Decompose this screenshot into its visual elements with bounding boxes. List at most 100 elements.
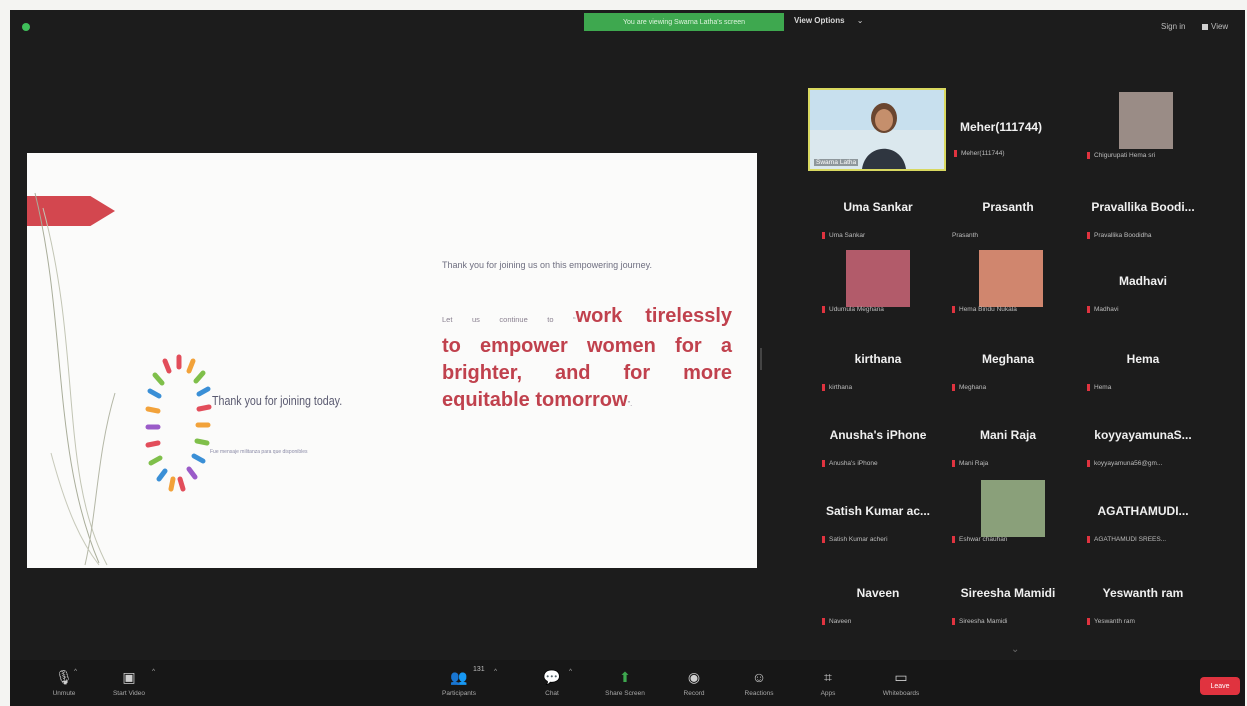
participant-tile[interactable]: Meher(111744) Meher(111744) xyxy=(948,110,1072,180)
participant-name: Pravallika Boodi... xyxy=(1091,200,1195,214)
participant-tile[interactable]: Hema Hema xyxy=(1081,328,1205,398)
participant-label: Prasanth xyxy=(952,232,979,239)
participant-tile[interactable]: kirthana kirthana xyxy=(816,328,940,398)
participant-tile[interactable]: Meghana Meghana xyxy=(946,328,1070,398)
participant-label: Naveen xyxy=(822,618,938,625)
participant-name: koyyayamunaS... xyxy=(1094,428,1192,442)
mic-muted-icon xyxy=(1087,232,1090,239)
shared-screen-slide: Thank you for joining today. Fue mensaje… xyxy=(27,153,757,568)
participant-label: Anusha's iPhone xyxy=(822,460,938,467)
view-options-menu[interactable]: View Options ⌄ xyxy=(794,16,863,25)
mic-muted-icon xyxy=(822,306,825,313)
mic-muted-icon xyxy=(822,618,825,625)
chat-caret-icon[interactable]: ^ xyxy=(569,668,572,675)
slide-line-2: to empower women for a xyxy=(442,335,732,357)
participant-name: Meher(111744) xyxy=(960,120,1043,134)
participant-label: Uma Sankar xyxy=(822,232,938,239)
participant-tile[interactable]: Mani Raja Mani Raja xyxy=(946,404,1070,474)
participant-label: Hema Bindu Nukala xyxy=(952,306,1068,313)
security-shield-icon[interactable] xyxy=(22,23,30,31)
participant-label: Eshwar chauhan xyxy=(952,536,1068,543)
mic-muted-icon xyxy=(1087,460,1090,467)
leave-button[interactable]: Leave xyxy=(1200,677,1240,695)
gallery-resize-handle[interactable] xyxy=(760,348,762,370)
share-screen-button[interactable]: ⬆ Share Screen xyxy=(592,668,658,697)
record-button[interactable]: ◉ Record xyxy=(674,668,714,697)
slide-continue-prefix: Let us continue to xyxy=(442,315,574,324)
participant-tile[interactable]: AGATHAMUDI... AGATHAMUDI SREES... xyxy=(1081,480,1205,550)
participant-tile[interactable]: Uma Sankar Uma Sankar xyxy=(816,176,940,246)
participant-name: Yeswanth ram xyxy=(1102,586,1184,600)
view-label: View xyxy=(1211,22,1229,31)
audio-options-caret-icon[interactable]: ^ xyxy=(74,668,77,675)
microphone-off-icon: 🎙 xyxy=(55,669,73,685)
mic-muted-icon xyxy=(1087,152,1090,159)
participant-tile[interactable]: Udumula Meghana xyxy=(816,250,940,320)
participant-tile[interactable]: Hema Bindu Nukala xyxy=(946,250,1070,320)
mic-muted-icon xyxy=(952,536,955,543)
participant-label: Udumula Meghana xyxy=(822,306,938,313)
participant-video-self[interactable]: Swarna Latha xyxy=(808,88,946,171)
participant-label: Meher(111744) xyxy=(954,150,1070,157)
participant-tile[interactable]: Anusha's iPhone Anusha's iPhone xyxy=(816,404,940,474)
mic-muted-icon xyxy=(1087,384,1090,391)
slide-line-1: work tirelessly xyxy=(575,305,733,327)
participant-label: Meghana xyxy=(952,384,1068,391)
mic-muted-icon xyxy=(822,232,825,239)
mic-muted-icon xyxy=(1087,618,1090,625)
participant-label: Swarna Latha xyxy=(814,159,859,166)
participant-label: Satish Kumar acheri xyxy=(822,536,938,543)
participant-label: Sireesha Mamidi xyxy=(952,618,1068,625)
participant-name: Satish Kumar ac... xyxy=(825,504,931,518)
participant-label: Madhavi xyxy=(1087,306,1203,313)
mic-muted-icon xyxy=(1087,536,1090,543)
participant-tile[interactable]: Pravallika Boodi... Pravallika Boodidha xyxy=(1081,176,1205,246)
participant-tile[interactable]: Sireesha Mamidi Sireesha Mamidi xyxy=(946,562,1070,632)
participant-name: AGATHAMUDI... xyxy=(1097,504,1189,518)
participant-tile[interactable]: koyyayamunaS... koyyayamuna56@gm... xyxy=(1081,404,1205,474)
slide-line-3: brighter, and for more xyxy=(442,362,732,384)
participant-tile[interactable]: Naveen Naveen xyxy=(816,562,940,632)
gallery-next-page-icon[interactable]: ⌄ xyxy=(1011,644,1019,655)
mic-muted-icon xyxy=(822,536,825,543)
reactions-button[interactable]: ☺ Reactions xyxy=(734,668,784,697)
participant-tile[interactable]: Chigurupati Hema sri xyxy=(1081,92,1205,162)
participant-name: Naveen xyxy=(856,586,900,600)
view-options-label: View Options xyxy=(794,16,845,25)
participant-count-badge: 131 xyxy=(473,666,485,673)
unmute-button[interactable]: 🎙 Unmute xyxy=(34,668,94,697)
meeting-topbar: You are viewing Swarna Latha's screen Vi… xyxy=(10,10,1245,40)
chat-button[interactable]: 💬 Chat xyxy=(532,668,572,697)
zoom-window: You are viewing Swarna Latha's screen Vi… xyxy=(10,10,1245,706)
participant-tile[interactable]: Eshwar chauhan xyxy=(946,480,1070,550)
view-layout-button[interactable]: View xyxy=(1202,22,1228,31)
participants-caret-icon[interactable]: ^ xyxy=(494,668,497,675)
slide-lead-text: Thank you for joining us on this empower… xyxy=(442,260,652,270)
participant-label: AGATHAMUDI SREES... xyxy=(1087,536,1203,543)
whiteboards-button[interactable]: ▭ Whiteboards xyxy=(866,668,936,697)
sign-in-link[interactable]: Sign in xyxy=(1161,22,1185,31)
slide-thanks-subline: Fue mensaje militanza para que disponibl… xyxy=(210,449,308,455)
grid-view-icon xyxy=(1202,23,1208,30)
participant-tile[interactable]: Madhavi Madhavi xyxy=(1081,250,1205,320)
apps-button[interactable]: ⌗ Apps xyxy=(808,668,848,697)
participant-name: Sireesha Mamidi xyxy=(960,586,1056,600)
meeting-toolbar: 🎙 Unmute ^ ▣ Start Video ^ 👥 Participant… xyxy=(10,660,1245,706)
participant-name: Anusha's iPhone xyxy=(829,428,927,442)
video-options-caret-icon[interactable]: ^ xyxy=(152,668,155,675)
participant-label: Chigurupati Hema sri xyxy=(1087,152,1203,159)
mic-muted-icon xyxy=(822,384,825,391)
chat-icon: 💬 xyxy=(543,669,561,685)
participant-tile[interactable]: Yeswanth ram Yeswanth ram xyxy=(1081,562,1205,632)
apps-icon: ⌗ xyxy=(824,669,832,685)
whiteboard-icon: ▭ xyxy=(894,669,908,685)
participant-video-feed xyxy=(810,90,944,169)
participant-avatar xyxy=(979,250,1043,307)
mic-muted-icon xyxy=(952,306,955,313)
participant-tile[interactable]: Prasanth Prasanth xyxy=(946,176,1070,246)
participant-avatar xyxy=(1119,92,1173,149)
participant-avatar xyxy=(846,250,910,307)
participant-tile[interactable]: Satish Kumar ac... Satish Kumar acheri xyxy=(816,480,940,550)
mic-muted-icon xyxy=(952,618,955,625)
participant-name: Meghana xyxy=(981,352,1034,366)
